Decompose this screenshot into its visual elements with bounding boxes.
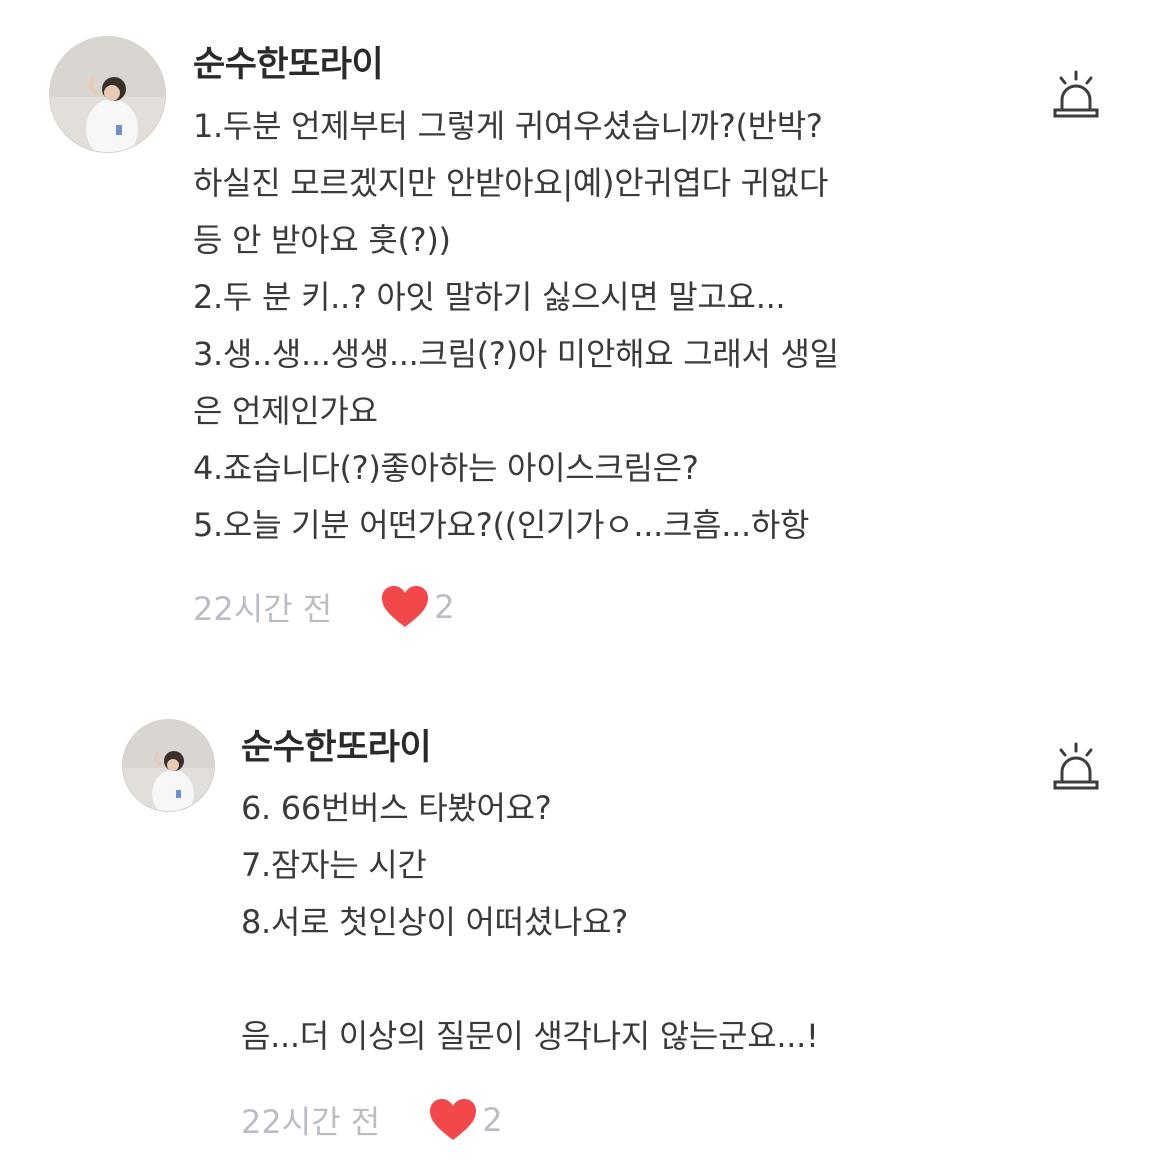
like-button[interactable]: 2: [428, 1098, 503, 1142]
heart-icon: [430, 1099, 477, 1140]
comment-line: 3.생..생...생생...크림(?)아 미안해요 그래서 생일: [193, 335, 839, 373]
comment-line: 5.오늘 기분 어떤가요?((인기가ㅇ...크흠...하항: [193, 506, 810, 544]
comment-timestamp: 22시간 전: [241, 1103, 381, 1141]
comment-timestamp: 22시간 전: [193, 590, 333, 628]
comment-author[interactable]: 순수한또라이: [241, 719, 432, 770]
comment-body: 1.두분 언제부터 그렇게 귀여우셨습니까?(반박? 하실진 모르겠지만 안받아…: [193, 98, 839, 554]
like-count: 2: [434, 588, 455, 626]
comment-line: 6. 66번버스 타봤어요?: [241, 789, 552, 827]
like-button[interactable]: 2: [380, 585, 455, 629]
comment-line: 하실진 모르겠지만 안받아요|예)안귀엽다 귀없다: [193, 164, 829, 202]
user-photo-avatar-icon: [50, 37, 165, 152]
comment-meta: 22시간 전 2: [193, 582, 455, 632]
avatar[interactable]: [49, 36, 166, 153]
comment-meta: 22시간 전 2: [241, 1095, 503, 1145]
siren-report-icon[interactable]: [1052, 742, 1100, 794]
like-count: 2: [482, 1101, 503, 1139]
avatar[interactable]: [122, 719, 215, 812]
comment-line: 음...더 이상의 질문이 생각나지 않는군요...!: [241, 1017, 819, 1055]
comment-body: 6. 66번버스 타봤어요? 7.잠자는 시간 8.서로 첫인상이 어떠셨나요?…: [241, 780, 819, 1065]
user-photo-avatar-icon: [123, 720, 214, 811]
comment: 순수한또라이 1.두분 언제부터 그렇게 귀여우셨습니까?(반박? 하실진 모르…: [0, 0, 1170, 660]
heart-icon: [382, 586, 429, 627]
comment-author[interactable]: 순수한또라이: [193, 36, 384, 87]
comment-line: 7.잠자는 시간: [241, 846, 427, 884]
comment-line: 2.두 분 키..? 아잇 말하기 싫으시면 말고요...: [193, 278, 786, 316]
comment-line: 은 언제인가요: [193, 392, 378, 430]
comment-line: [241, 951, 819, 1008]
comment-line: 등 안 받아요 훗(?)): [193, 221, 451, 259]
comment-line: 8.서로 첫인상이 어떠셨나요?: [241, 903, 628, 941]
siren-report-icon[interactable]: [1052, 70, 1100, 122]
comment-line: 1.두분 언제부터 그렇게 귀여우셨습니까?(반박?: [193, 107, 823, 145]
reply-comment: 순수한또라이 6. 66번버스 타봤어요? 7.잠자는 시간 8.서로 첫인상이…: [0, 700, 1170, 1167]
comment-line: 4.죠습니다(?)좋아하는 아이스크림은?: [193, 449, 699, 487]
